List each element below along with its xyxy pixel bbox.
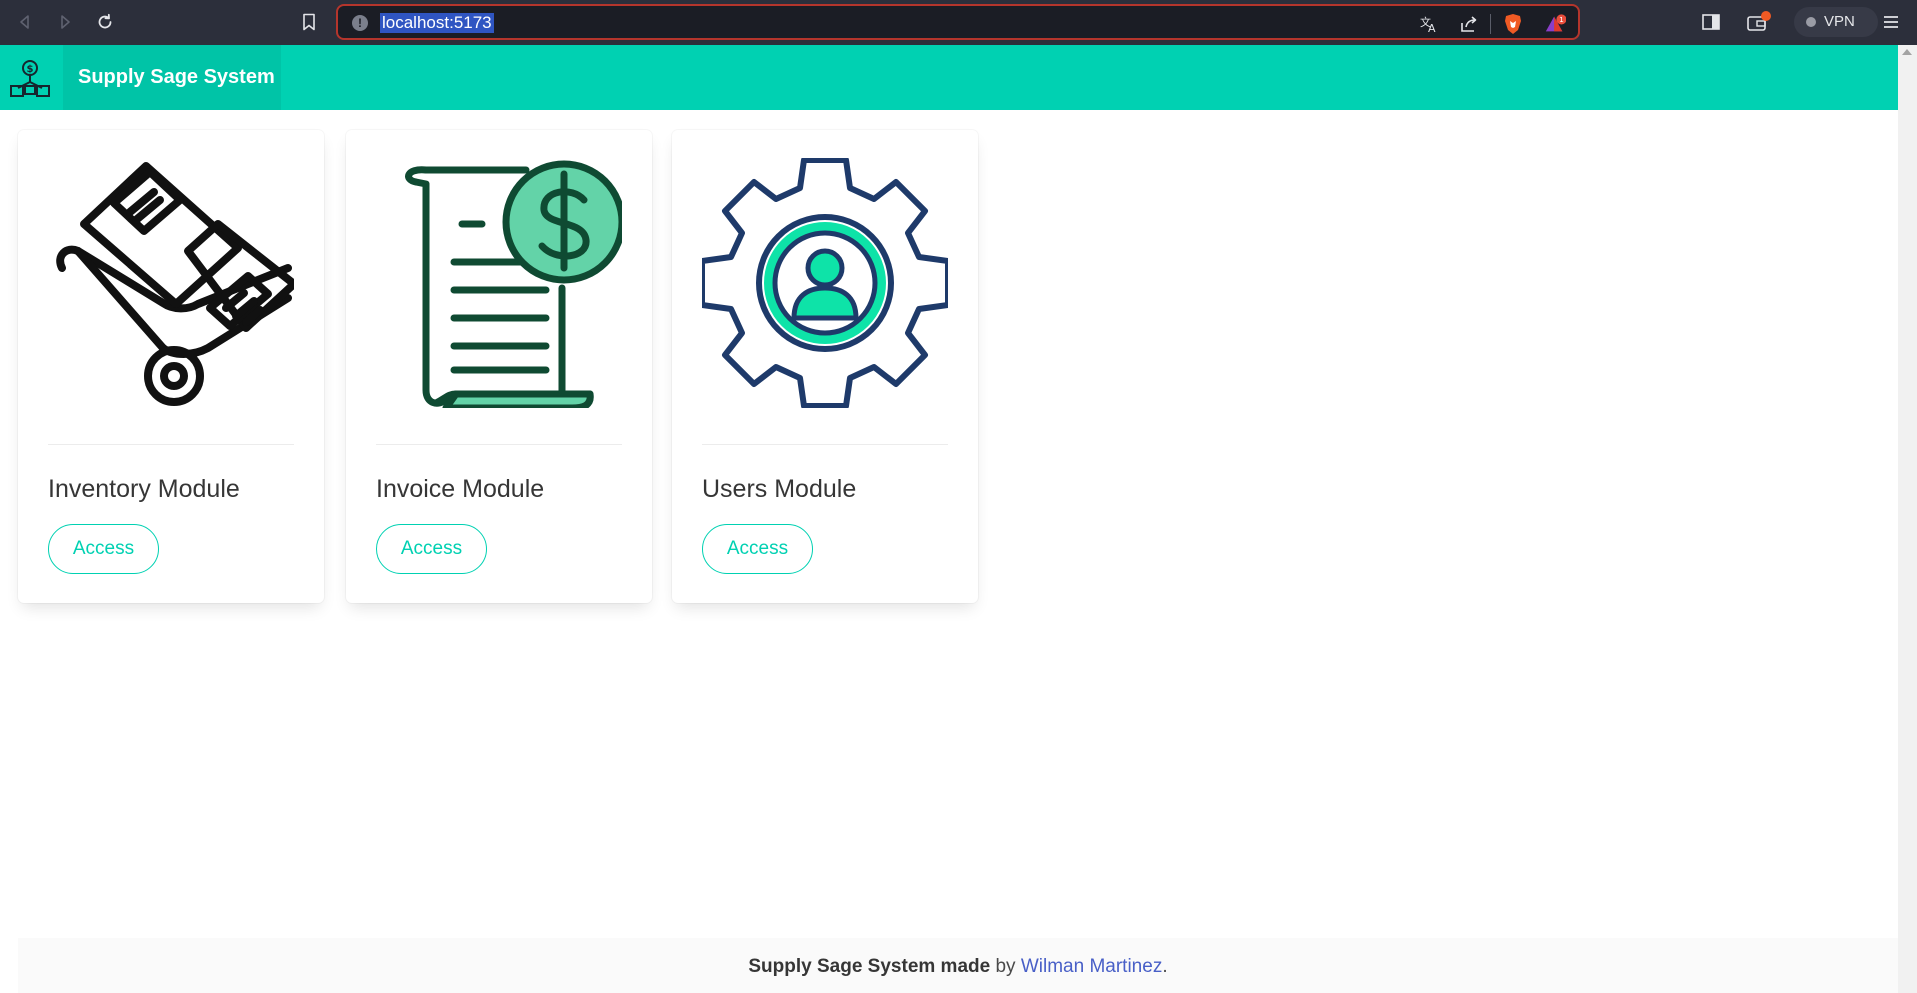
menu-icon[interactable] — [1878, 9, 1904, 35]
invoice-dollar-icon — [376, 158, 622, 408]
address-bar-url[interactable]: localhost:5173 — [380, 13, 494, 33]
vpn-status-icon — [1806, 17, 1816, 27]
vpn-button[interactable]: VPN — [1794, 7, 1878, 37]
card-divider — [48, 444, 294, 445]
bookmark-icon[interactable] — [296, 9, 322, 35]
vpn-label: VPN — [1824, 13, 1855, 30]
wallet-icon[interactable] — [1746, 9, 1772, 35]
gear-user-icon — [702, 158, 948, 408]
footer: Supply Sage System made by Wilman Martin… — [18, 938, 1898, 993]
footer-brand: Supply Sage System made — [748, 956, 991, 977]
footer-period: . — [1162, 956, 1168, 977]
site-info-icon[interactable]: ! — [352, 15, 368, 31]
translate-icon[interactable]: 文A — [1418, 13, 1440, 35]
author-link[interactable]: Wilman Martinez — [1021, 956, 1162, 977]
scrollbar[interactable] — [1898, 45, 1917, 993]
users-access-button[interactable]: Access — [702, 524, 813, 574]
scroll-up-arrow-icon[interactable] — [1902, 49, 1912, 55]
svg-text:$: $ — [27, 64, 34, 75]
module-card-users: Users Module Access — [672, 130, 978, 603]
navbar-brand[interactable]: Supply Sage System — [63, 45, 281, 110]
module-card-invoice: Invoice Module Access — [346, 130, 652, 603]
reload-icon[interactable] — [92, 9, 118, 35]
url-divider — [1490, 14, 1491, 34]
supply-network-logo-icon[interactable]: $ — [8, 58, 52, 98]
back-icon[interactable] — [12, 9, 38, 35]
card-title: Invoice Module — [376, 475, 545, 503]
module-card-inventory: Inventory Module Access — [18, 130, 324, 603]
sidebar-toggle-icon[interactable] — [1698, 9, 1724, 35]
brave-shield-icon[interactable] — [1502, 13, 1524, 35]
svg-text:1: 1 — [1559, 15, 1564, 24]
hand-truck-boxes-icon — [48, 158, 294, 408]
footer-by: by — [995, 956, 1016, 977]
card-divider — [376, 444, 622, 445]
address-bar[interactable]: ! localhost:5173 文A 1 — [336, 4, 1580, 40]
browser-toolbar: ! localhost:5173 文A 1 VPN — [0, 0, 1917, 45]
svg-text:A: A — [1428, 22, 1436, 34]
brave-rewards-icon[interactable]: 1 — [1544, 13, 1566, 35]
card-divider — [702, 444, 948, 445]
card-title: Inventory Module — [48, 475, 240, 503]
invoice-access-button[interactable]: Access — [376, 524, 487, 574]
app-navbar: $ Supply Sage System — [0, 45, 1898, 110]
inventory-access-button[interactable]: Access — [48, 524, 159, 574]
card-title: Users Module — [702, 475, 857, 503]
share-icon[interactable] — [1458, 13, 1480, 35]
forward-icon[interactable] — [52, 9, 78, 35]
